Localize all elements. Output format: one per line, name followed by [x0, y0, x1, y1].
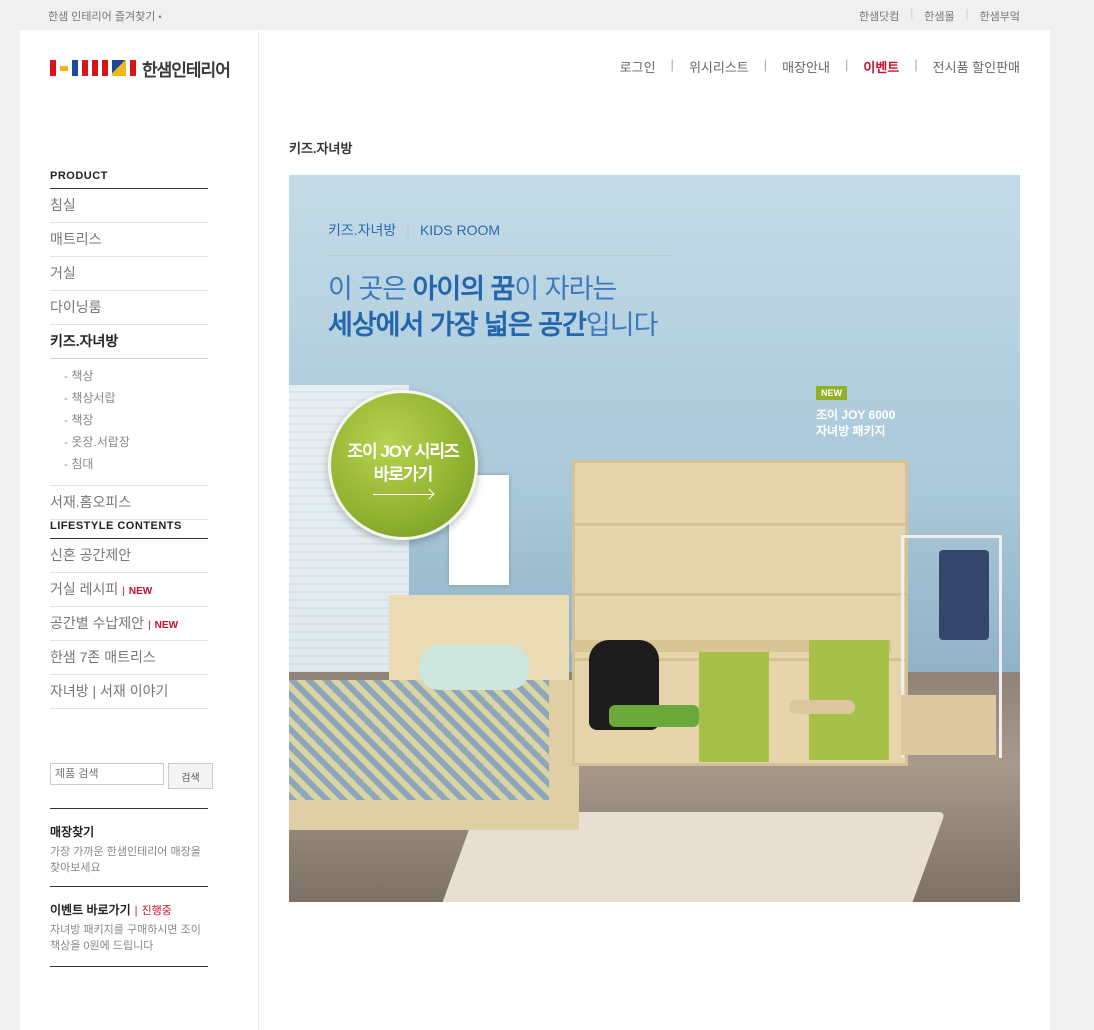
search-button[interactable]: 검색 — [168, 763, 213, 789]
nav-login[interactable]: 로그인 — [620, 57, 656, 76]
submenu-item-desk[interactable]: 책상 — [64, 365, 208, 387]
product-label: 조이 JOY 6000 자녀방 패키지 — [816, 408, 896, 438]
new-badge: | NEW — [122, 586, 153, 597]
separator: | — [763, 57, 768, 72]
nav-display-sale[interactable]: 전시품 할인판매 — [933, 57, 1020, 76]
lifestyle-item-7zone-mattress[interactable]: 한샘 7존 매트리스 — [50, 641, 208, 675]
search-input[interactable] — [50, 763, 164, 785]
sidebar-item-study[interactable]: 서재.홈오피스 — [50, 486, 208, 520]
arrow-right-icon — [373, 494, 433, 495]
store-finder-title: 매장찾기 — [50, 825, 95, 839]
store-finder-desc: 가장 가까운 한샘인테리어 매장을 찾아보세요 — [50, 846, 201, 874]
lifestyle-item-living-recipe[interactable]: 거실 레시피 | NEW — [50, 573, 208, 607]
separator: | — [965, 8, 969, 20]
submenu-item-bookcase[interactable]: 책장 — [64, 409, 208, 431]
lifestyle-label: 공간별 수납제안 — [50, 615, 145, 631]
sidebar-item-living[interactable]: 거실 — [50, 257, 208, 291]
banner-category: 키즈.자녀방 | KIDS ROOM — [328, 220, 500, 240]
lifestyle-item-kids-study-story[interactable]: 자녀방 | 서재 이야기 — [50, 675, 208, 709]
add-favorite-link[interactable]: 한샘 인테리어 즐겨찾기 • — [48, 8, 161, 24]
sidebar-divider — [258, 30, 259, 1030]
logo-mark-icon — [50, 60, 136, 76]
global-nav: 로그인 | 위시리스트 | 매장안내 | 이벤트 | 전시품 할인판매 — [620, 57, 1020, 76]
lifestyle-menu: 신혼 공간제안 거실 레시피 | NEW 공간별 수납제안 | NEW 한샘 7존 매트… — [50, 539, 208, 709]
event-shortcut-box[interactable]: 이벤트 바로가기 | 진행중 자녀방 패키지를 구매하시면 조이책상을 0원에 드립… — [50, 886, 208, 954]
product-search: 검색 — [50, 763, 213, 789]
product-menu: 침실 매트리스 거실 다이닝룸 키즈.자녀방 — [50, 189, 208, 359]
favorite-label: 한샘 인테리어 즐겨찾기 — [48, 11, 156, 23]
family-site-links: 한샘닷컴 | 한샘몰 | 한샘부엌 — [859, 8, 1020, 24]
page-container: 한샘인테리어 로그인 | 위시리스트 | 매장안내 | 이벤트 | 전시품 할인… — [20, 30, 1050, 1030]
new-badge: NEW — [816, 386, 847, 400]
banner-divider — [328, 358, 672, 359]
sidebar-item-dining[interactable]: 다이닝룸 — [50, 291, 208, 325]
kids-room-banner: 키즈.자녀방 | KIDS ROOM 이 곳은 아이의 꿈이 자라는 세상에서 … — [289, 175, 1020, 902]
new-badge: | NEW — [148, 620, 179, 631]
joy-series-link-button[interactable]: 조이 JOY 시리즈 바로가기 — [328, 390, 478, 540]
rack-box-illustration — [901, 695, 996, 755]
event-shortcut-title: 이벤트 바로가기 | 진행중 — [50, 903, 172, 917]
submenu-item-bed[interactable]: 침대 — [64, 453, 208, 475]
separator: | — [406, 222, 410, 238]
joy-series-label: 조이 JOY 시리즈 — [347, 442, 459, 461]
page-title: 키즈.자녀방 — [289, 141, 353, 156]
separator: | — [844, 57, 849, 72]
favorite-dot-icon: • — [158, 12, 162, 22]
separator: | — [914, 57, 918, 72]
chair-seat-illustration — [609, 705, 699, 727]
submenu-item-wardrobe[interactable]: 옷장.서랍장 — [64, 431, 208, 453]
kids-submenu: 책상 책상서랍 책장 옷장.서랍장 침대 — [50, 359, 208, 486]
banner-headline: 이 곳은 아이의 꿈이 자라는 세상에서 가장 넓은 공간입니다 — [328, 274, 658, 340]
banner-divider — [328, 255, 672, 256]
logo-text: 한샘인테리어 — [142, 60, 231, 80]
top-utility-bar: 한샘 인테리어 즐겨찾기 • 한샘닷컴 | 한샘몰 | 한샘부엌 — [0, 0, 1094, 30]
sidebar-item-kids[interactable]: 키즈.자녀방 — [50, 325, 208, 359]
clothes-illustration — [939, 550, 989, 640]
separator: | — [910, 8, 914, 20]
drawer-illustration — [699, 652, 769, 762]
nav-event[interactable]: 이벤트 — [863, 57, 899, 76]
joy-series-shortcut-label: 바로가기 — [373, 465, 434, 484]
bed-cover-illustration — [289, 680, 549, 800]
lifestyle-label: 자녀방 | 서재 이야기 — [50, 683, 169, 699]
family-link-hanssem-kitchen[interactable]: 한샘부엌 — [980, 8, 1020, 24]
lifestyle-label: 한샘 7존 매트리스 — [50, 649, 156, 665]
logo[interactable]: 한샘인테리어 — [50, 58, 231, 80]
lifestyle-item-newlywed[interactable]: 신혼 공간제안 — [50, 539, 208, 573]
nav-wishlist[interactable]: 위시리스트 — [689, 57, 749, 76]
family-link-hanssem-mall[interactable]: 한샘몰 — [924, 8, 954, 24]
stool-illustration — [789, 700, 855, 714]
sidebar-item-bedroom[interactable]: 침실 — [50, 189, 208, 223]
nav-store-info[interactable]: 매장안내 — [782, 57, 830, 76]
sidebar-item-mattress[interactable]: 매트리스 — [50, 223, 208, 257]
product-heading: PRODUCT — [50, 170, 208, 189]
separator: | — [670, 57, 674, 72]
sidebar: PRODUCT 침실 매트리스 거실 다이닝룸 키즈.자녀방 책상 책상서랍 책… — [50, 170, 208, 709]
product-menu-more: 서재.홈오피스 — [50, 486, 208, 520]
lifestyle-label: 신혼 공간제안 — [50, 547, 132, 563]
store-finder-box[interactable]: 매장찾기 가장 가까운 한샘인테리어 매장을 찾아보세요 — [50, 808, 208, 876]
lifestyle-heading: LIFESTYLE CONTENTS — [50, 520, 208, 539]
banner-category-en: KIDS ROOM — [419, 222, 501, 238]
family-link-hanssem-com[interactable]: 한샘닷컴 — [859, 8, 899, 24]
lifestyle-label: 거실 레시피 — [50, 581, 119, 597]
pillow-illustration — [419, 645, 529, 690]
event-shortcut-desc: 자녀방 패키지를 구매하시면 조이책상을 0원에 드립니다 — [50, 924, 201, 952]
event-status: | 진행중 — [134, 905, 172, 917]
lifestyle-item-storage[interactable]: 공간별 수납제안 | NEW — [50, 607, 208, 641]
submenu-item-desk-drawer[interactable]: 책상서랍 — [64, 387, 208, 409]
divider — [50, 966, 208, 967]
banner-category-ko: 키즈.자녀방 — [328, 222, 397, 238]
